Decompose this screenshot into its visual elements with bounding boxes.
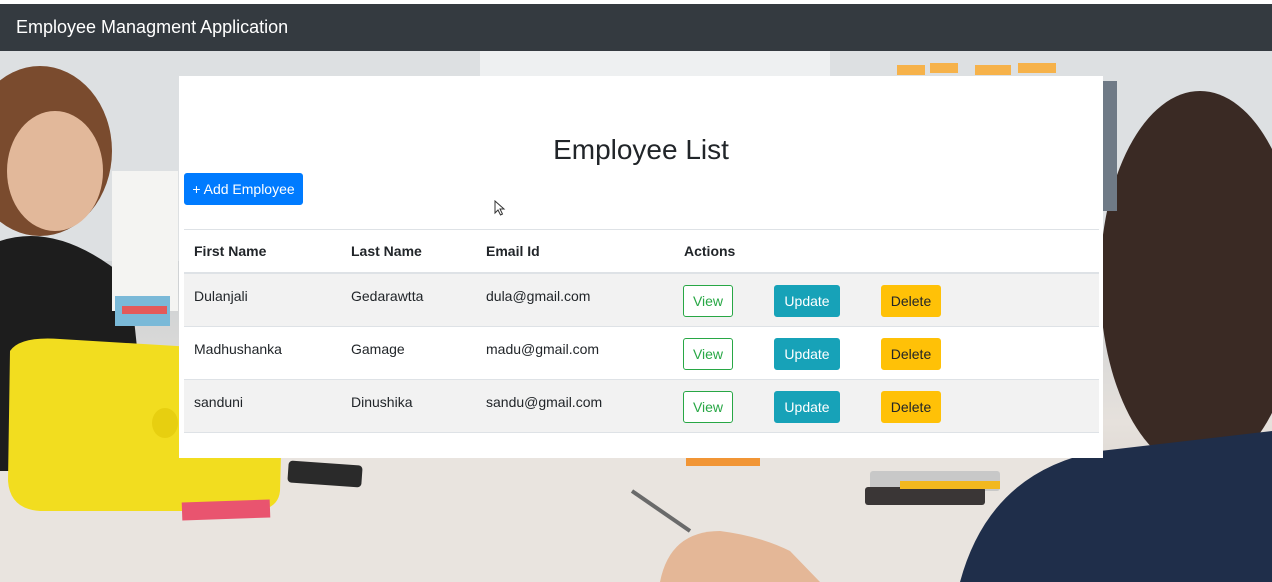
delete-button[interactable]: Delete: [881, 391, 941, 423]
header-actions: Actions: [684, 243, 736, 259]
header-last-name: Last Name: [351, 243, 422, 259]
cell-email: sandu@gmail.com: [486, 394, 603, 410]
table-row: Dulanjali Gedarawtta dula@gmail.com View…: [184, 274, 1099, 327]
cell-email: dula@gmail.com: [486, 288, 591, 304]
navbar-brand[interactable]: Employee Managment Application: [16, 17, 288, 38]
update-button[interactable]: Update: [774, 338, 840, 370]
cell-first-name: sanduni: [194, 394, 244, 410]
cell-last-name: Gedarawtta: [351, 288, 424, 304]
navbar: Employee Managment Application: [0, 4, 1272, 51]
view-button[interactable]: View: [683, 391, 733, 423]
header-first-name: First Name: [194, 243, 267, 259]
add-employee-button[interactable]: + Add Employee: [184, 173, 303, 205]
cell-last-name: Gamage: [351, 341, 405, 357]
view-button[interactable]: View: [683, 338, 733, 370]
table-row: sanduni Dinushika sandu@gmail.com View U…: [184, 380, 1099, 433]
table-header: First Name Last Name Email Id Actions: [184, 229, 1099, 274]
cell-first-name: Dulanjali: [194, 288, 248, 304]
cell-first-name: Madhushanka: [194, 341, 282, 357]
view-button[interactable]: View: [683, 285, 733, 317]
delete-button[interactable]: Delete: [881, 338, 941, 370]
employee-table: First Name Last Name Email Id Actions Du…: [184, 229, 1099, 433]
employee-list-card: Employee List + Add Employee First Name …: [179, 76, 1103, 458]
header-email-id: Email Id: [486, 243, 540, 259]
update-button[interactable]: Update: [774, 285, 840, 317]
update-button[interactable]: Update: [774, 391, 840, 423]
cell-last-name: Dinushika: [351, 394, 413, 410]
page-title: Employee List: [553, 134, 729, 165]
delete-button[interactable]: Delete: [881, 285, 941, 317]
mouse-pointer-icon: [494, 200, 506, 216]
table-row: Madhushanka Gamage madu@gmail.com View U…: [184, 327, 1099, 380]
cell-email: madu@gmail.com: [486, 341, 600, 357]
